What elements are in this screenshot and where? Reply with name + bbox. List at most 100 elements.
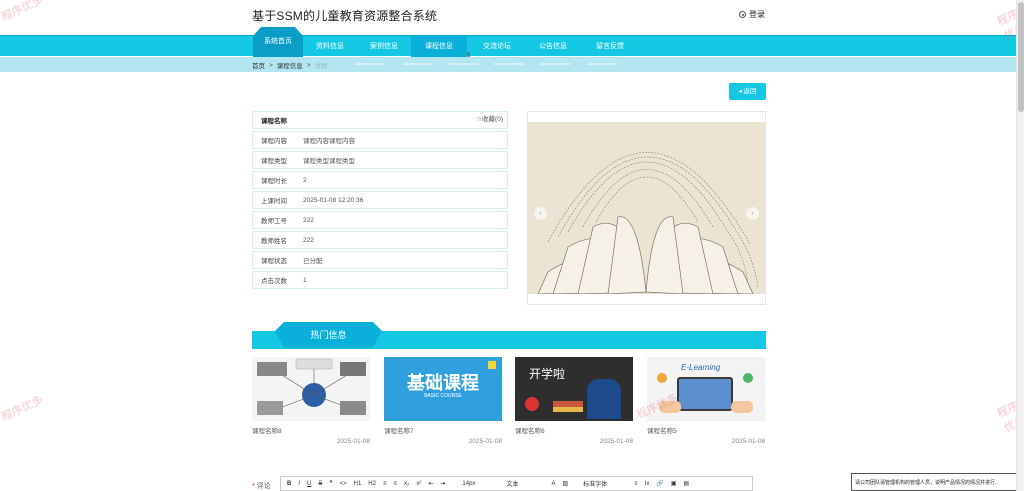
nav-item-notices[interactable]: 公告信息 <box>525 36 581 57</box>
detail-value: 222 <box>303 236 314 244</box>
faded-nav-ghost <box>355 63 385 65</box>
faded-nav-ghost <box>540 63 570 65</box>
nav-item-home[interactable]: 系统首页 <box>253 27 303 57</box>
main-nav: 系统首页 资料信息 案例信息 课程信息 交流论坛 公告信息 留言反馈 <box>0 27 1016 57</box>
detail-key: 教师姓名 <box>261 238 287 245</box>
bold-button[interactable]: B <box>287 481 291 487</box>
back-label: 返回 <box>743 88 757 95</box>
card-date: 2025-01-08 <box>599 438 633 445</box>
login-label: 登录 <box>749 10 765 19</box>
font-family-select[interactable]: 标准字体 <box>583 479 607 488</box>
superscript-button[interactable]: x² <box>416 481 421 487</box>
login-link[interactable]: 登录 <box>739 9 765 20</box>
detail-value: 222 <box>303 216 314 224</box>
nav-item-forum[interactable]: 交流论坛 <box>469 36 525 57</box>
course-detail: 课程名称 ☆收藏(0) 课程内容 课程内容课程内容 课程类型 课程类型课程类型 课程… <box>252 111 508 291</box>
nav-item-cases[interactable]: 案例信息 <box>357 36 411 57</box>
detail-value: 课程类型课程类型 <box>303 158 355 165</box>
detail-key: 课程时长 <box>261 178 287 185</box>
subscript-button[interactable]: x₂ <box>404 481 409 487</box>
link-icon[interactable]: 🔗 <box>656 480 663 487</box>
detail-value: 课程内容课程内容 <box>303 138 355 145</box>
course-image-carousel[interactable]: ‹ › <box>527 111 766 305</box>
h1-button[interactable]: H1 <box>354 481 362 487</box>
bullet-list-button[interactable]: ≡ <box>393 481 397 487</box>
detail-row: 上课时间 2025-01-08 12:20:36 <box>252 191 508 209</box>
breadcrumb-section[interactable]: 课程信息 <box>277 60 303 70</box>
image-icon[interactable]: ▣ <box>671 480 677 487</box>
faded-nav-ghost <box>587 63 617 65</box>
hot-card[interactable]: 课程名称8 2025-01-08 <box>252 357 370 445</box>
align-button[interactable]: ≡ <box>634 481 638 487</box>
breadcrumb-separator: > <box>269 61 273 69</box>
background-color-button[interactable]: ▨ <box>562 480 568 487</box>
watermark: 程序优多 <box>0 393 45 424</box>
page: 基于SSM的儿童教育资源整合系统 登录 系统首页 资料信息 案例信息 课程信息 … <box>0 0 1024 491</box>
favorite-button[interactable]: ☆收藏(0) <box>476 112 503 128</box>
card-name: 课程名称5 <box>647 428 677 435</box>
ordered-list-button[interactable]: ≡ <box>383 481 387 487</box>
site-title: 基于SSM的儿童教育资源整合系统 <box>252 9 438 23</box>
chevron-left-icon: ‹ <box>539 210 542 217</box>
detail-row: 教师姓名 222 <box>252 231 508 249</box>
breadcrumb-home[interactable]: 首页 <box>252 60 265 70</box>
carousel-next-button[interactable]: › <box>746 207 759 220</box>
page-scrollbar[interactable] <box>1016 0 1024 491</box>
detail-row: 课程状态 已分配 <box>252 251 508 269</box>
faded-nav-ghost <box>494 63 524 65</box>
h2-button[interactable]: H2 <box>368 481 376 487</box>
header-select[interactable]: 文本 <box>506 479 518 488</box>
detail-value: 1 <box>303 276 307 284</box>
mind-map-thumbnail <box>252 357 370 421</box>
code-button[interactable]: <> <box>340 481 347 487</box>
breadcrumb: 首页 > 课程信息 > 详情 <box>252 60 328 71</box>
clear-format-button[interactable]: Ix <box>645 481 650 487</box>
video-icon[interactable]: ▤ <box>683 480 689 487</box>
scrollbar-thumb[interactable] <box>1018 2 1024 112</box>
course-photo <box>528 122 765 294</box>
font-size-select[interactable]: 14px <box>462 481 475 487</box>
detail-value: 2025-01-08 12:20:36 <box>303 196 364 204</box>
hot-card[interactable]: 开学啦 课程名称6 2025-01-08 <box>515 357 633 445</box>
underline-button[interactable]: U <box>307 481 311 487</box>
header: 基于SSM的儿童教育资源整合系统 登录 <box>0 0 1016 35</box>
backpack-shape <box>587 379 621 419</box>
detail-key: 上课时间 <box>261 198 287 205</box>
detail-key: 课程状态 <box>261 258 287 265</box>
books-shape <box>553 407 583 412</box>
italic-button[interactable]: I <box>298 481 300 487</box>
detail-row: 课程时长 2 <box>252 171 508 189</box>
card-image-text: 开学啦 <box>529 367 566 381</box>
detail-key: 点击次数 <box>261 278 287 285</box>
comment-label-text: 评论 <box>256 483 271 490</box>
back-button[interactable]: ◂ 返回 <box>729 83 766 100</box>
nav-item-courses[interactable]: 课程信息 <box>411 36 467 57</box>
card-image-subtext: BASIC COURSE <box>424 393 462 399</box>
carousel-prev-button[interactable]: ‹ <box>534 207 547 220</box>
editor-toolbar: B I U S ❞ <> H1 H2 ≡ ≡ x₂ x² ⇤ ⇥ 14px 文本… <box>280 476 753 491</box>
hot-info-title: 热门信息 <box>275 322 382 348</box>
decor-circle <box>743 373 753 383</box>
favorite-label: 收藏(0) <box>482 116 503 123</box>
outdent-button[interactable]: ⇤ <box>428 480 433 487</box>
detail-row-name: 课程名称 ☆收藏(0) <box>252 111 508 129</box>
detail-key: 教师工号 <box>261 218 287 225</box>
detail-key: 课程名称 <box>261 118 287 125</box>
strike-button[interactable]: S <box>318 481 322 487</box>
detail-row: 点击次数 1 <box>252 271 508 289</box>
nav-item-materials[interactable]: 资料信息 <box>303 36 357 57</box>
indent-button[interactable]: ⇥ <box>440 480 445 487</box>
card-thumbnail: E-Learning <box>647 357 765 421</box>
decor-square <box>488 361 496 369</box>
user-icon <box>739 11 746 18</box>
detail-value: 已分配 <box>303 258 323 265</box>
quote-button[interactable]: ❞ <box>329 480 332 487</box>
font-color-button[interactable]: A <box>551 481 555 487</box>
detail-key: 课程内容 <box>261 138 287 145</box>
card-date: 2025-01-08 <box>336 438 370 445</box>
hot-card[interactable]: 基础课程 BASIC COURSE 课程名称7 2025-01-08 <box>384 357 502 445</box>
card-name: 课程名称7 <box>384 428 414 435</box>
card-thumbnail <box>252 357 370 421</box>
hand-shape <box>731 401 753 413</box>
nav-item-feedback[interactable]: 留言反馈 <box>581 36 639 57</box>
